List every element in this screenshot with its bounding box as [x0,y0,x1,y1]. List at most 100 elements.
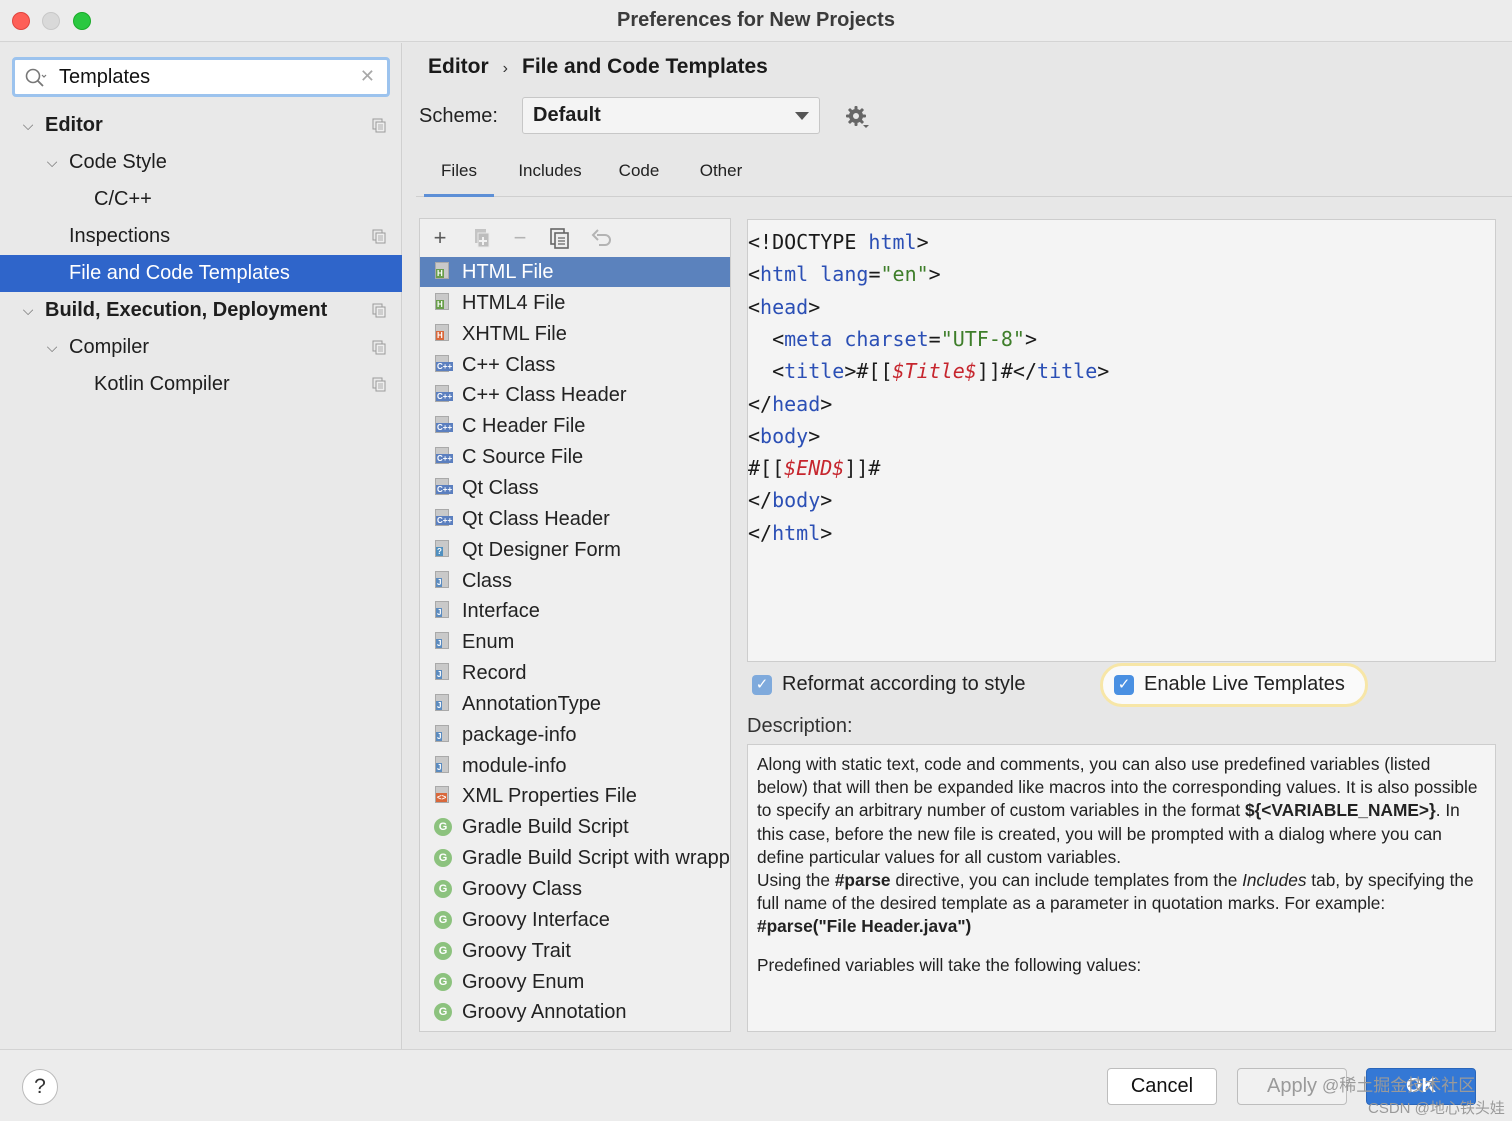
template-item-label: Gradle Build Script [462,816,629,839]
cpp-file-icon: C++ [432,447,454,467]
help-button[interactable]: ? [22,1069,58,1105]
project-scope-icon [372,377,386,392]
sidebar-item-label: Compiler [69,336,150,358]
template-item-html4-file[interactable]: H HTML4 File [420,288,730,318]
breadcrumb: Editor › File and Code Templates [428,55,768,79]
search-value: Templates [59,66,151,88]
template-item-annotationtype[interactable]: J AnnotationType [420,689,730,719]
project-scope-icon [372,118,386,133]
template-item-groovy-enum[interactable]: G Groovy Enum [420,967,730,997]
description-panel: Along with static text, code and comment… [747,744,1496,1032]
template-item-c-class[interactable]: C++ C++ Class [420,350,730,380]
code-token: $END$ [784,456,845,481]
xml-file-icon: <> [432,786,454,806]
tab-files[interactable]: Files [424,161,494,197]
template-item-qt-class-header[interactable]: C++ Qt Class Header [420,504,730,534]
template-item-label: Class [462,569,513,592]
desc-parse-example: #parse("File Header.java") [757,916,972,937]
template-item-label: Groovy Interface [462,908,610,931]
watermark-csdn: CSDN @地心铁头娃 [1368,1100,1505,1117]
code-token: body [772,488,821,513]
sidebar-item-file-and-code-templates[interactable]: File and Code Templates [0,255,402,292]
template-item-label: Gradle Build Script with wrapper [462,847,730,870]
chevron-down-icon[interactable]: ⌵ [44,144,60,181]
template-item-html-file[interactable]: H HTML File [420,257,730,287]
sidebar-item-c-c[interactable]: C/C++ [0,181,402,218]
enable-live-templates-label[interactable]: Enable Live Templates [1144,673,1345,696]
template-item-gradle-build-script-with-wrapper[interactable]: G Gradle Build Script with wrapper [420,843,730,873]
template-item-groovy-interface[interactable]: G Groovy Interface [420,905,730,935]
code-line: </body> [748,484,832,516]
template-item-label: package-info [462,723,577,746]
template-item-xml-properties-file[interactable]: <> XML Properties File [420,781,730,811]
template-item-c-source-file[interactable]: C++ C Source File [420,442,730,472]
template-item-record[interactable]: J Record [420,658,730,688]
project-scope-icon [372,229,386,244]
sidebar-item-label: C/C++ [94,188,152,210]
add-icon[interactable]: + [428,226,452,250]
template-item-gradle-build-script[interactable]: G Gradle Build Script [420,812,730,842]
tab-includes[interactable]: Includes [506,161,594,197]
code-token: < [748,262,761,287]
reformat-label[interactable]: Reformat according to style [782,673,1025,696]
template-item-groovy-annotation[interactable]: G Groovy Annotation [420,997,730,1027]
sidebar-item-code-style[interactable]: ⌵ Code Style [0,144,402,181]
sidebar-item-build-execution-deployment[interactable]: ⌵ Build, Execution, Deployment [0,292,402,329]
clear-search-icon[interactable]: ✕ [360,66,375,87]
qt-form-icon: ? [432,539,454,560]
reformat-checkbox[interactable]: ✓ [752,675,772,695]
code-token: > [916,230,929,254]
template-item-qt-class[interactable]: C++ Qt Class [420,473,730,503]
reset-icon[interactable] [589,226,613,250]
template-item-label: Record [462,662,527,685]
description-paragraph-2: Using the #parse directive, you can incl… [757,869,1486,915]
groovy-icon: G [432,1002,454,1022]
code-token: meta [784,326,845,351]
sidebar-item-label: Editor [45,114,103,136]
template-item-qt-designer-form[interactable]: ? Qt Designer Form [420,535,730,565]
template-code-editor[interactable]: <!DOCTYPE html> <html lang="en"> <head> <m… [747,219,1496,662]
java-file-icon: J [432,570,454,591]
template-item-groovy-class[interactable]: G Groovy Class [420,874,730,904]
code-token: body [760,423,809,448]
code-token: = [868,262,881,287]
template-item-groovy-trait[interactable]: G Groovy Trait [420,936,730,966]
sidebar-item-label: File and Code Templates [69,262,290,284]
template-item-module-info[interactable]: Jmodule-info [420,751,730,781]
chevron-down-icon[interactable]: ⌵ [44,329,60,366]
sidebar-item-compiler[interactable]: ⌵ Compiler [0,329,402,366]
cpp-file-icon: C++ [432,477,454,498]
code-token: ]]#</ [976,359,1038,384]
template-item-label: Enum [462,631,515,654]
template-item-xhtml-file[interactable]: H XHTML File [420,319,730,349]
template-item-interface[interactable]: J Interface [420,596,730,626]
template-item-package-info[interactable]: Jpackage-info [420,720,730,750]
code-token: ]]# [844,456,881,481]
chevron-down-icon[interactable]: ⌵ [20,107,36,144]
breadcrumb-parent[interactable]: Editor [428,55,489,78]
cancel-button[interactable]: Cancel [1107,1068,1217,1105]
scheme-dropdown[interactable]: Default [522,97,820,134]
template-item-enum[interactable]: J Enum [420,627,730,657]
cpp-file-icon: C++ [432,354,454,375]
java-file-icon: J [432,693,454,714]
settings-search-input[interactable]: Templates ✕ [12,57,390,97]
template-item-c-header-file[interactable]: C++ C Header File [420,411,730,441]
template-item-class[interactable]: J Class [420,566,730,596]
enable-live-templates-checkbox[interactable]: ✓ [1114,675,1134,695]
title-bar: Preferences for New Projects [0,0,1512,42]
code-token: title [1037,359,1098,384]
create-child-icon[interactable] [470,226,494,250]
sidebar-item-editor[interactable]: ⌵ Editor [0,107,402,144]
template-item-c-class-header[interactable]: C++ C++ Class Header [420,380,730,410]
tab-code[interactable]: Code [609,161,669,197]
gear-icon[interactable] [843,103,871,131]
code-token: > [820,391,833,416]
tab-other[interactable]: Other [688,161,754,197]
copy-icon[interactable] [548,226,572,250]
sidebar-item-inspections[interactable]: Inspections [0,218,402,255]
sidebar-item-kotlin-compiler[interactable]: Kotlin Compiler [0,366,402,403]
chevron-down-icon[interactable]: ⌵ [20,292,36,329]
desc-includes-word: Includes [1242,870,1307,891]
remove-icon[interactable]: − [508,226,532,250]
